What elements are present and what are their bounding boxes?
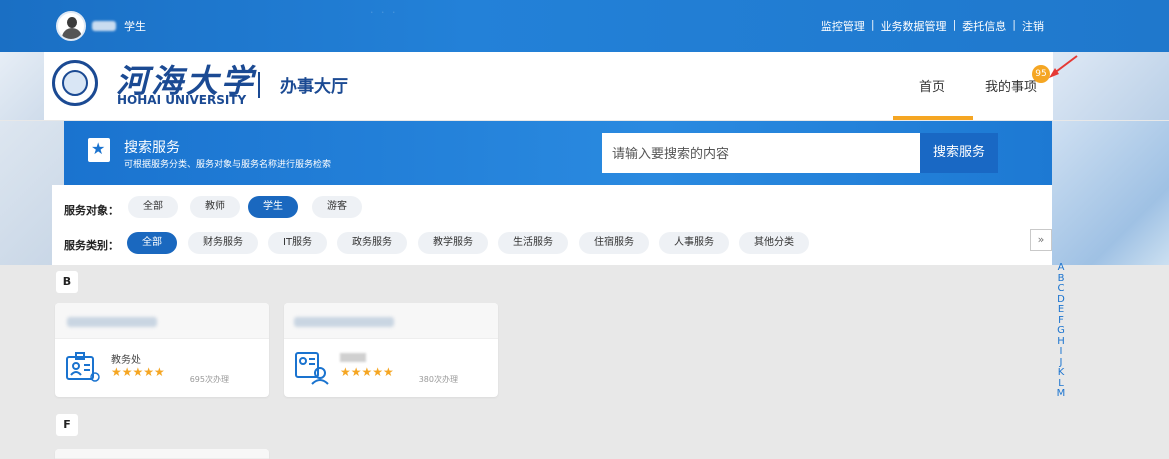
university-seal-logo (52, 60, 98, 106)
search-title: 搜索服务 (124, 140, 180, 156)
username-blurred (92, 21, 116, 31)
department-name: 教务处 (111, 355, 141, 366)
az-item-a[interactable]: A (1056, 262, 1066, 274)
service-card[interactable]: 教务处 ★★★★★ 695次办理 (55, 303, 269, 397)
category-label: 服务类别： (64, 239, 119, 252)
link-delegation[interactable]: 委托信息 (962, 18, 1006, 34)
usage-count: 380次办理 (418, 375, 458, 384)
category-hr[interactable]: 人事服务 (659, 232, 729, 254)
az-item-m[interactable]: M (1056, 388, 1066, 400)
az-item-k[interactable]: K (1056, 367, 1066, 379)
top-bar: 学生 · · · 监控管理 | 业务数据管理 | 委托信息 | 注销 (0, 0, 1169, 52)
az-item-c[interactable]: C (1056, 283, 1066, 295)
decor-right (1052, 121, 1169, 265)
id-card-icon (66, 352, 100, 382)
usage-count: 695次办理 (189, 375, 229, 384)
letter-heading-f: F (56, 414, 78, 436)
separator: | (1012, 18, 1016, 31)
letter-heading-b: B (56, 271, 78, 293)
logo-english: HOHAI UNIVERSITY (117, 93, 247, 107)
separator: | (870, 18, 875, 31)
watermark-decoration: · · · (370, 6, 398, 19)
search-input[interactable] (602, 133, 920, 173)
link-logout[interactable]: 注销 (1022, 18, 1044, 34)
page-title: 办事大厅 (280, 77, 348, 97)
avatar[interactable] (56, 11, 86, 41)
header-bg-left (0, 52, 44, 120)
service-card[interactable]: ★★★★★ 380次办理 (284, 303, 498, 397)
service-card[interactable] (55, 449, 269, 459)
az-item-g[interactable]: G (1056, 325, 1066, 337)
rating-stars: ★★★★★ (111, 365, 165, 379)
nav-my-items[interactable]: 我的事项 (985, 76, 1037, 95)
link-monitor[interactable]: 监控管理 (821, 18, 865, 34)
category-all[interactable]: 全部 (127, 232, 177, 254)
target-visitor[interactable]: 游客 (312, 196, 362, 218)
search-subtitle: 可根据服务分类、服务对象与服务名称进行服务检索 (124, 160, 332, 170)
nav-active-indicator (893, 116, 973, 120)
target-all[interactable]: 全部 (128, 196, 178, 218)
logo-divider (258, 72, 260, 98)
az-item-i[interactable]: I (1056, 346, 1066, 358)
alphabet-index: A B C D E F G H I J K L M (1056, 262, 1066, 400)
az-item-e[interactable]: E (1056, 304, 1066, 316)
separator: | (952, 18, 957, 31)
double-chevron-down-icon[interactable]: » (1030, 229, 1052, 251)
top-links: 监控管理 | 业务数据管理 | 委托信息 | 注销 (821, 18, 1044, 34)
category-teaching[interactable]: 教学服务 (418, 232, 488, 254)
category-government[interactable]: 政务服务 (337, 232, 407, 254)
bookmark-star-icon: ★ (88, 138, 110, 162)
rating-stars: ★★★★★ (340, 365, 394, 379)
user-role: 学生 (124, 20, 146, 33)
target-student[interactable]: 学生 (248, 196, 298, 218)
category-life[interactable]: 生活服务 (498, 232, 568, 254)
category-it[interactable]: IT服务 (268, 232, 328, 254)
department-name-blurred (340, 353, 366, 362)
search-button[interactable]: 搜索服务 (920, 133, 998, 173)
target-teacher[interactable]: 教师 (190, 196, 240, 218)
link-business-data[interactable]: 业务数据管理 (881, 18, 947, 34)
category-finance[interactable]: 财务服务 (188, 232, 258, 254)
nav-home[interactable]: 首页 (919, 76, 945, 95)
category-housing[interactable]: 住宿服务 (579, 232, 649, 254)
user-id-icon (295, 352, 329, 385)
target-label: 服务对象： (64, 204, 119, 217)
red-arrow-icon (1049, 55, 1078, 78)
category-other[interactable]: 其他分类 (739, 232, 809, 254)
